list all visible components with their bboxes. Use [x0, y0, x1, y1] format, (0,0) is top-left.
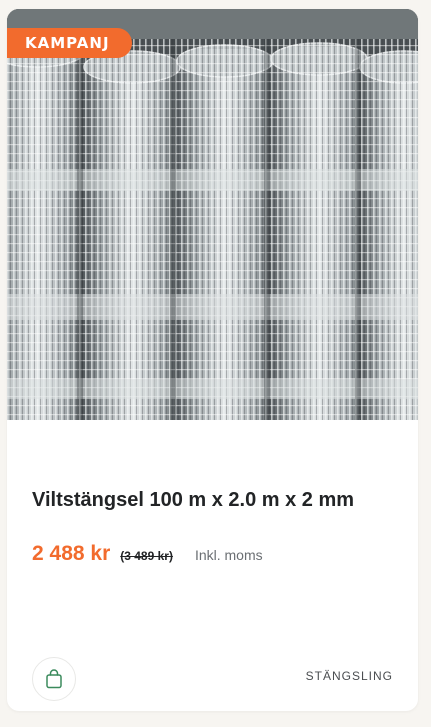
old-price: (3 489 kr) [120, 549, 173, 563]
product-category[interactable]: STÄNGSLING [306, 669, 393, 683]
product-image[interactable]: KAMPANJ [7, 9, 418, 420]
shopping-bag-icon [45, 669, 63, 689]
product-title[interactable]: Viltstängsel 100 m x 2.0 m x 2 mm [32, 488, 354, 512]
product-info: Viltstängsel 100 m x 2.0 m x 2 mm 2 488 … [7, 420, 418, 711]
vat-note: Inkl. moms [194, 547, 263, 563]
price-row: 2 488 kr (3 489 kr) Inkl. moms [32, 542, 263, 566]
campaign-badge: KAMPANJ [7, 28, 132, 58]
current-price: 2 488 kr [32, 542, 111, 565]
product-photo [7, 9, 418, 420]
add-to-cart-button[interactable] [32, 657, 76, 701]
product-card[interactable]: KAMPANJ Viltstängsel 100 m x 2.0 m x 2 m… [7, 9, 418, 711]
